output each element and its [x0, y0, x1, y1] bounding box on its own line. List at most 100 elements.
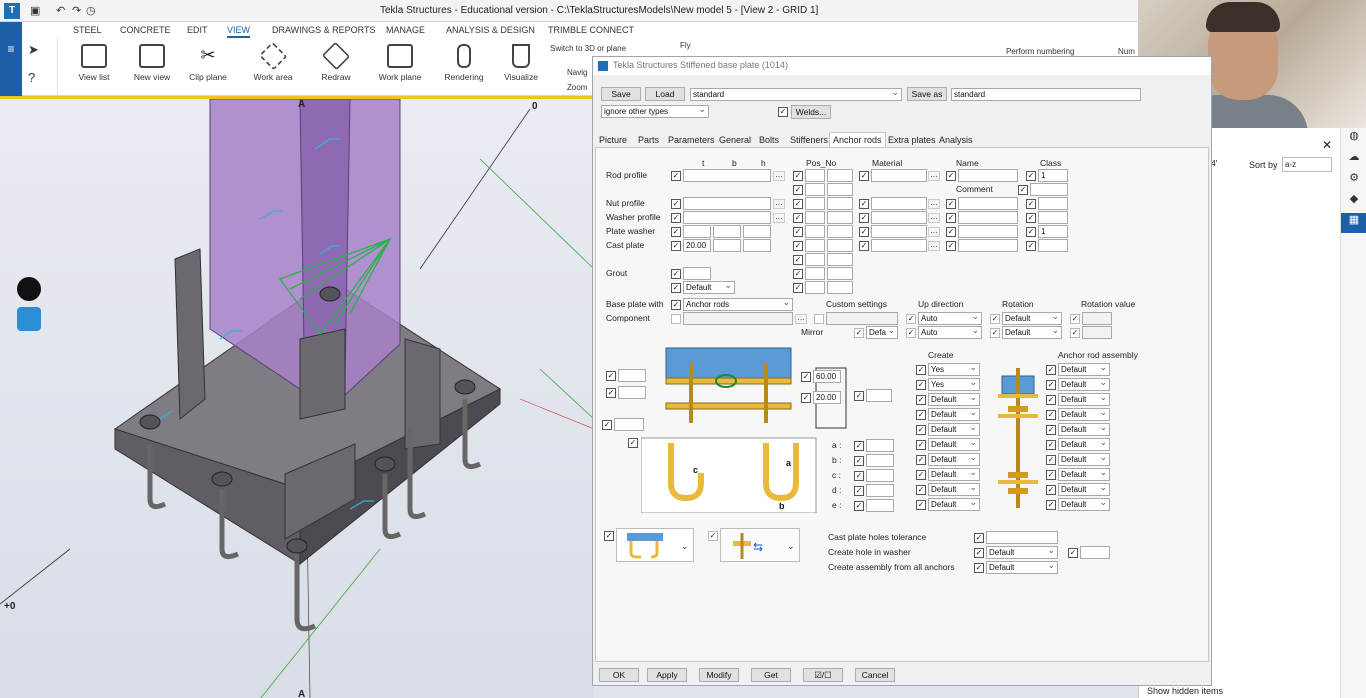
mirror-select[interactable]: Defa — [866, 326, 898, 339]
create-checkbox[interactable]: ✓ — [916, 440, 926, 450]
rod-class-field[interactable]: 1 — [1038, 169, 1068, 182]
load-select[interactable]: standard — [690, 88, 902, 101]
tab-drawings-reports[interactable]: DRAWINGS & REPORTS — [272, 25, 376, 35]
assembly-checkbox[interactable]: ✓ — [1046, 440, 1056, 450]
dim-e-field[interactable] — [866, 499, 894, 512]
cast-plate-pos-number[interactable] — [827, 239, 853, 252]
component-checkbox[interactable] — [671, 314, 681, 324]
nut-type-checkbox[interactable]: ✓ — [708, 531, 718, 541]
dim-c-field[interactable] — [866, 469, 894, 482]
plate-washer-material-browse[interactable]: … — [928, 227, 940, 237]
create-select[interactable]: Default — [928, 468, 980, 481]
tab-concrete[interactable]: CONCRETE — [120, 25, 171, 35]
comment-field[interactable] — [1030, 183, 1068, 196]
fly-button[interactable]: Fly — [680, 41, 691, 50]
rod-pos2-prefix[interactable] — [805, 183, 825, 196]
get-button[interactable]: Get — [751, 668, 791, 682]
washer-profile-field[interactable] — [683, 211, 771, 224]
extra-pos-number-3[interactable] — [827, 281, 853, 294]
assembly-select[interactable]: Default — [1058, 408, 1110, 421]
create-select[interactable]: Default — [928, 498, 980, 511]
create-checkbox[interactable]: ✓ — [916, 425, 926, 435]
assembly-select[interactable]: Default — [1058, 468, 1110, 481]
extra-pos-checkbox-3[interactable]: ✓ — [793, 283, 803, 293]
cast-plate-t[interactable]: 20.00 — [683, 239, 711, 252]
extra-dim-field[interactable] — [866, 389, 892, 402]
dim-20-checkbox[interactable]: ✓ — [801, 393, 811, 403]
save-icon[interactable]: ▣ — [30, 4, 40, 17]
up-direction-checkbox-2[interactable]: ✓ — [906, 328, 916, 338]
create-checkbox[interactable]: ✓ — [916, 470, 926, 480]
dim-20-field[interactable]: 20.00 — [813, 391, 841, 404]
washer-class-checkbox[interactable]: ✓ — [1026, 213, 1036, 223]
rod-profile-field[interactable] — [683, 169, 771, 182]
grout-field[interactable] — [683, 267, 711, 280]
cast-tolerance-field[interactable] — [986, 531, 1058, 544]
tab-extra-plates[interactable]: Extra plates — [888, 135, 936, 145]
sort-select[interactable]: a-z — [1282, 157, 1332, 172]
rod-material-checkbox[interactable]: ✓ — [859, 171, 869, 181]
plate-washer-name-checkbox[interactable]: ✓ — [946, 227, 956, 237]
up-direction-select-2[interactable]: Auto — [918, 326, 982, 339]
assembly-checkbox[interactable]: ✓ — [1046, 365, 1056, 375]
hole-washer-extra-checkbox[interactable]: ✓ — [1068, 548, 1078, 558]
assembly-select[interactable]: Default — [1058, 378, 1110, 391]
rod-name-checkbox[interactable]: ✓ — [946, 171, 956, 181]
tab-parameters[interactable]: Parameters — [668, 135, 715, 145]
create-checkbox[interactable]: ✓ — [916, 380, 926, 390]
rotation-value-checkbox-1[interactable]: ✓ — [1070, 314, 1080, 324]
extra-pos-checkbox-1[interactable]: ✓ — [793, 255, 803, 265]
nut-profile-browse[interactable]: … — [773, 199, 785, 209]
assembly-select[interactable]: Default — [1058, 438, 1110, 451]
assembly-select[interactable]: Default — [1058, 363, 1110, 376]
globe-icon[interactable]: ◍ — [1341, 129, 1366, 149]
create-checkbox[interactable]: ✓ — [916, 410, 926, 420]
nut-class-field[interactable] — [1038, 197, 1068, 210]
dim-d-checkbox[interactable]: ✓ — [854, 486, 864, 496]
extra-pos-number-2[interactable] — [827, 267, 853, 280]
create-select[interactable]: Default — [928, 423, 980, 436]
washer-material-field[interactable] — [871, 211, 927, 224]
illus-checkbox-3[interactable]: ✓ — [602, 420, 612, 430]
create-select[interactable]: Yes — [928, 378, 980, 391]
cast-plate-class-field[interactable] — [1038, 239, 1068, 252]
dim-e-checkbox[interactable]: ✓ — [854, 501, 864, 511]
tab-general[interactable]: General — [719, 135, 751, 145]
rod-pos-number[interactable] — [827, 169, 853, 182]
nut-type-select[interactable]: ⇆ ⌄ — [720, 528, 800, 562]
cast-plate-class-checkbox[interactable]: ✓ — [1026, 241, 1036, 251]
rod-type-checkbox[interactable]: ✓ — [604, 531, 614, 541]
plate-washer-class-field[interactable]: 1 — [1038, 225, 1068, 238]
washer-pos-prefix[interactable] — [805, 211, 825, 224]
plate-washer-pos-prefix[interactable] — [805, 225, 825, 238]
plate-washer-class-checkbox[interactable]: ✓ — [1026, 227, 1036, 237]
assembly-checkbox[interactable]: ✓ — [1046, 395, 1056, 405]
nut-name-field[interactable] — [958, 197, 1018, 210]
tab-anchor-rods[interactable]: Anchor rods — [829, 132, 886, 147]
assembly-select[interactable]: Default — [1058, 453, 1110, 466]
dim-a-checkbox[interactable]: ✓ — [854, 441, 864, 451]
washer-pos-number[interactable] — [827, 211, 853, 224]
plate-washer-pos-number[interactable] — [827, 225, 853, 238]
filter-select[interactable]: ignore other types — [601, 105, 709, 118]
plate-washer-material-field[interactable] — [871, 225, 927, 238]
dim-60-field[interactable]: 60.00 — [813, 370, 841, 383]
extra-pos-checkbox-2[interactable]: ✓ — [793, 269, 803, 279]
gear-icon[interactable]: ⚙ — [1341, 171, 1366, 191]
cast-plate-name-checkbox[interactable]: ✓ — [946, 241, 956, 251]
cast-plate-pos-prefix[interactable] — [805, 239, 825, 252]
assembly-checkbox[interactable]: ✓ — [1046, 455, 1056, 465]
toggle-checks-button[interactable]: ☑/☐ — [803, 668, 843, 682]
assembly-checkbox[interactable]: ✓ — [1046, 380, 1056, 390]
save-as-field[interactable]: standard — [951, 88, 1141, 101]
rod-name-field[interactable] — [958, 169, 1018, 182]
nut-profile-field[interactable] — [683, 197, 771, 210]
rotation-checkbox-1[interactable]: ✓ — [990, 314, 1000, 324]
rod-profile-browse[interactable]: … — [773, 171, 785, 181]
dim-60-checkbox[interactable]: ✓ — [801, 372, 811, 382]
hole-washer-extra-field[interactable] — [1080, 546, 1110, 559]
cast-plate-pos-checkbox[interactable]: ✓ — [793, 241, 803, 251]
illus-checkbox-4[interactable]: ✓ — [628, 438, 638, 448]
rod-profile-checkbox[interactable]: ✓ — [671, 171, 681, 181]
up-direction-select-1[interactable]: Auto — [918, 312, 982, 325]
